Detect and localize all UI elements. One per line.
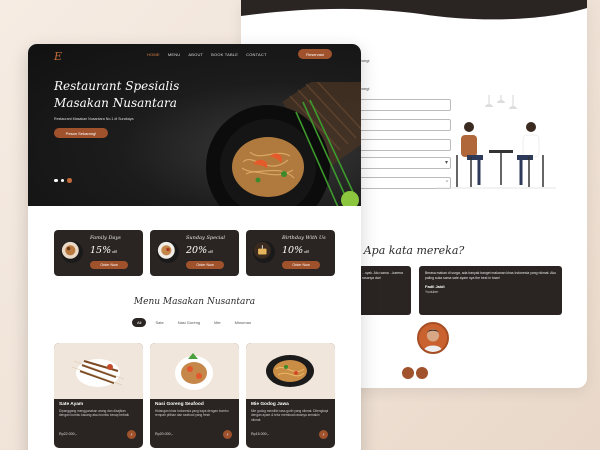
family-plate-icon [59, 239, 85, 265]
filter-tab-nasi-goreng[interactable]: Nasi Goreng [173, 318, 205, 327]
hero-title-line: Masakan Nusantara [54, 96, 177, 110]
hero-title-line: Restaurant Spesialis [54, 79, 180, 93]
hero-section: E HOME MENU ABOUT BOOK TABLE CONTACT Res… [28, 44, 361, 206]
birthday-cake-icon [251, 239, 277, 265]
menu-filter-tabs: All Sate Nasi Goreng Mie Minuman [132, 318, 256, 327]
carousel-dot[interactable] [60, 178, 64, 182]
carousel-dot-active[interactable] [67, 178, 72, 183]
filter-tab-all[interactable]: All [132, 318, 147, 327]
main-nav: HOME MENU ABOUT BOOK TABLE CONTACT [147, 52, 267, 57]
arrow-right-icon[interactable]: › [127, 430, 136, 439]
menu-item-desc: Mie godog memiliki rasa gurih yang nikma… [251, 409, 329, 422]
nasi-goreng-icon [150, 343, 239, 399]
testimonial-role: Youtuber [425, 289, 439, 294]
hero-subtitle: Restaurant Masakan Nusantara No.1 di Sur… [54, 117, 134, 121]
filter-tab-minuman[interactable]: Minuman [230, 318, 256, 327]
filter-tab-sate[interactable]: Sate [150, 318, 168, 327]
testimonial-text: Berasa makan di surga, ada banyak banget… [425, 271, 556, 280]
menu-item-price: Rp22.000,- [59, 432, 77, 436]
promo-discount: 15%off [90, 245, 117, 256]
nav-item-menu[interactable]: MENU [168, 52, 181, 57]
reservasi-button[interactable]: Reservasi [298, 49, 332, 59]
mie-godog-icon [246, 343, 335, 399]
promo-discount: 20%off [186, 245, 213, 256]
order-now-button[interactable]: Pesan Sekarang! [54, 128, 108, 138]
filter-tab-mie[interactable]: Mie [209, 318, 225, 327]
menu-item-price: Rp20.000,- [155, 432, 173, 436]
menu-item-card[interactable]: Nasi Goreng Seafood Hidangan khas Indone… [150, 343, 239, 448]
menu-item-desc: Dipanggang menggunakan arang dan disajik… [59, 409, 129, 418]
nav-item-book-table[interactable]: BOOK TABLE [211, 52, 238, 57]
testimonial-text: ...nyak. Aku sama ...karena rasanya dari [362, 271, 403, 280]
menu-item-name: Sate Ayam [59, 402, 84, 407]
top-wave-decoration [241, 0, 587, 20]
promo-order-button[interactable]: Order Now [90, 261, 128, 269]
promo-order-button[interactable]: Order Now [282, 261, 320, 269]
testimonial-card: Berasa makan di surga, ada banyak banget… [419, 266, 562, 315]
promo-name: Birthday With Us [282, 235, 326, 241]
promo-card: Sunday Special 20%off Order Now [150, 230, 239, 276]
dining-couple-illustration [436, 95, 556, 189]
arrow-right-icon[interactable]: › [223, 430, 232, 439]
testimonial-card: ...nyak. Aku sama ...karena rasanya dari [356, 266, 411, 315]
carousel-prev-button[interactable] [402, 367, 414, 379]
menu-item-card[interactable]: Sate Ayam Dipanggang menggunakan arang d… [54, 343, 143, 448]
menu-item-desc: Hidangan khas Indonesia yang kaya dengan… [155, 409, 229, 418]
menu-section-title: Menu Masakan Nusantara [133, 297, 256, 307]
menu-item-price: Rp15.000,- [251, 432, 269, 436]
avatar [417, 322, 449, 354]
hero-title: Restaurant Spesialis Masakan Nusantara [54, 78, 214, 112]
nav-item-about[interactable]: ABOUT [188, 52, 203, 57]
front-page-preview: E HOME MENU ABOUT BOOK TABLE CONTACT Res… [28, 44, 361, 450]
menu-item-card[interactable]: Mie Godog Jawa Mie godog memiliki rasa g… [246, 343, 335, 448]
nav-item-home[interactable]: HOME [147, 52, 160, 57]
promo-order-button[interactable]: Order Now [186, 261, 224, 269]
hero-carousel-dots [54, 178, 72, 183]
promo-name: Family Days [90, 235, 121, 241]
promo-name: Sunday Special [186, 235, 226, 241]
promo-discount: 10%off [282, 245, 309, 256]
promo-card: Family Days 15%off Order Now [54, 230, 143, 276]
menu-item-name: Mie Godog Jawa [251, 402, 289, 407]
sate-icon [54, 343, 143, 399]
brand-logo[interactable]: E [54, 50, 62, 63]
hero-food-plate-image [206, 82, 361, 206]
menu-item-name: Nasi Goreng Seafood [155, 402, 204, 407]
sunday-plate-icon [155, 239, 181, 265]
promo-card: Birthday With Us 10%off Order Now [246, 230, 335, 276]
nav-item-contact[interactable]: CONTACT [246, 52, 266, 57]
carousel-next-button[interactable] [416, 367, 428, 379]
arrow-right-icon[interactable]: › [319, 430, 328, 439]
carousel-dot[interactable] [54, 178, 58, 182]
